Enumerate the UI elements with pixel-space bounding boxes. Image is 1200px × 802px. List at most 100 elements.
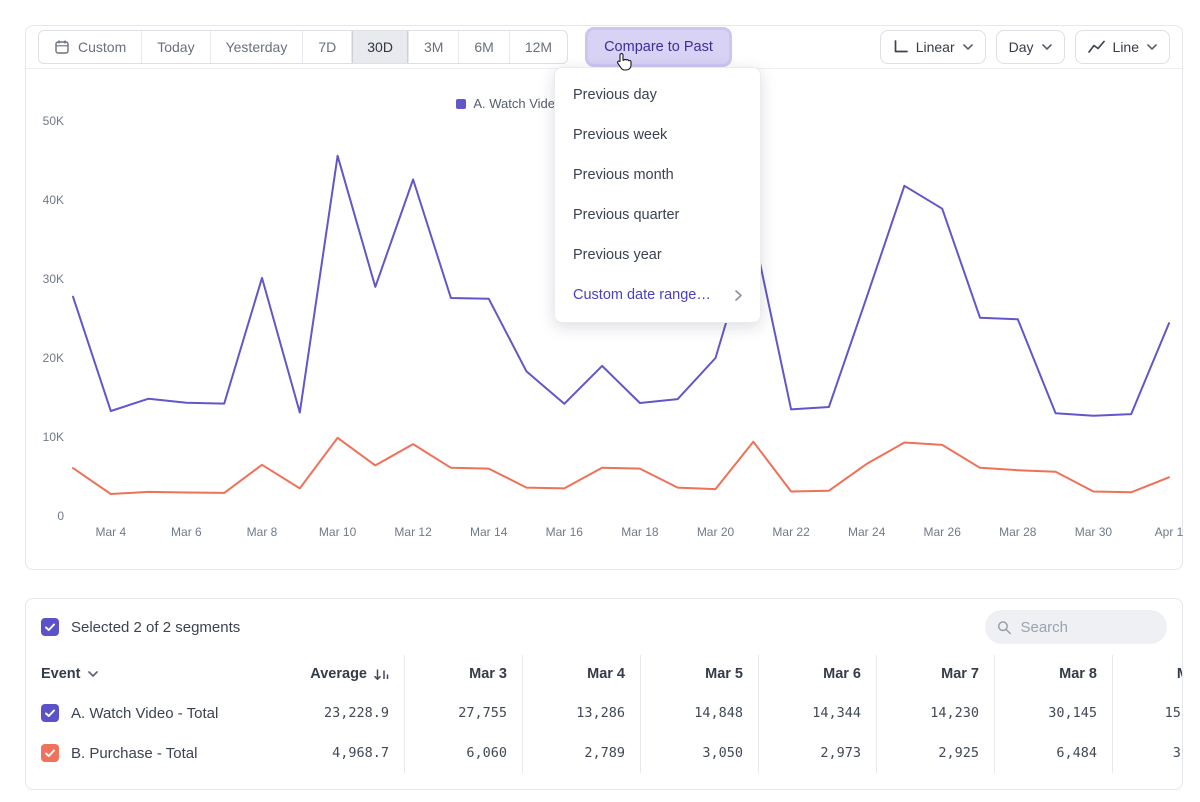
value-cell: 6,484 xyxy=(994,733,1112,773)
toolbar: Custom Today Yesterday 7D 30D 3M 6M 12M … xyxy=(26,26,1182,69)
value-cell: 14,344 xyxy=(758,693,876,733)
range-6m[interactable]: 6M xyxy=(458,31,508,63)
menu-item-previous-month[interactable]: Previous month xyxy=(555,155,760,195)
range-yesterday[interactable]: Yesterday xyxy=(210,31,303,63)
value-cell: 30,145 xyxy=(994,693,1112,733)
chevron-down-icon xyxy=(963,44,973,50)
average-column-header[interactable]: Average xyxy=(286,666,404,682)
column-header-mar-3[interactable]: Mar 3 xyxy=(404,655,522,693)
value-cell: 14,848 xyxy=(640,693,758,733)
svg-text:Mar 20: Mar 20 xyxy=(697,525,735,539)
table-header: Event Average Mar 3 Mar 4 Mar 5 Mar 6 Ma… xyxy=(26,655,1182,693)
svg-text:0: 0 xyxy=(57,509,64,523)
menu-item-previous-quarter[interactable]: Previous quarter xyxy=(555,195,760,235)
value-cell-cut: 15, xyxy=(1112,693,1183,733)
segment-name[interactable]: B. Purchase - Total xyxy=(71,745,197,762)
compare-to-past-button[interactable]: Compare to Past xyxy=(588,30,729,64)
custom-range-label: Custom xyxy=(78,39,126,55)
row-checkbox[interactable] xyxy=(41,744,59,762)
event-column-header[interactable]: Event xyxy=(26,666,286,682)
svg-text:Mar 10: Mar 10 xyxy=(319,525,357,539)
value-cell-cut: 3, xyxy=(1112,733,1183,773)
svg-text:30K: 30K xyxy=(43,272,64,286)
event-cell: B. Purchase - Total xyxy=(26,744,286,762)
value-cell: 3,050 xyxy=(640,733,758,773)
chevron-right-icon xyxy=(735,290,742,301)
svg-text:Mar 26: Mar 26 xyxy=(924,525,962,539)
chart-card: Custom Today Yesterday 7D 30D 3M 6M 12M … xyxy=(25,25,1183,570)
compare-menu: Previous day Previous week Previous mont… xyxy=(554,67,761,323)
value-cell: 27,755 xyxy=(404,693,522,733)
menu-item-previous-week[interactable]: Previous week xyxy=(555,115,760,155)
search-box[interactable] xyxy=(985,610,1167,644)
check-icon xyxy=(44,747,56,759)
custom-range-button[interactable]: Custom xyxy=(39,31,141,63)
column-header-mar-4[interactable]: Mar 4 xyxy=(522,655,640,693)
search-input[interactable] xyxy=(1020,619,1155,636)
svg-text:Mar 28: Mar 28 xyxy=(999,525,1037,539)
svg-text:Mar 12: Mar 12 xyxy=(394,525,432,539)
menu-item-previous-year[interactable]: Previous year xyxy=(555,235,760,275)
column-header-mar-8[interactable]: Mar 8 xyxy=(994,655,1112,693)
svg-text:Mar 4: Mar 4 xyxy=(95,525,126,539)
menu-item-custom-date-range[interactable]: Custom date range… xyxy=(555,275,760,315)
sort-descending-icon xyxy=(374,668,389,681)
svg-text:Mar 6: Mar 6 xyxy=(171,525,202,539)
svg-text:Mar 22: Mar 22 xyxy=(772,525,810,539)
svg-text:Mar 8: Mar 8 xyxy=(247,525,278,539)
svg-text:Mar 30: Mar 30 xyxy=(1075,525,1113,539)
segments-card: Selected 2 of 2 segments Event Average xyxy=(25,598,1183,790)
value-cell: 13,286 xyxy=(522,693,640,733)
segment-name[interactable]: A. Watch Video - Total xyxy=(71,705,218,722)
column-header-mar-7[interactable]: Mar 7 xyxy=(876,655,994,693)
range-today[interactable]: Today xyxy=(141,31,209,63)
calendar-icon xyxy=(54,39,70,55)
event-cell: A. Watch Video - Total xyxy=(26,704,286,722)
svg-text:Mar 18: Mar 18 xyxy=(621,525,659,539)
range-12m[interactable]: 12M xyxy=(509,31,567,63)
value-cell: 14,230 xyxy=(876,693,994,733)
row-checkbox[interactable] xyxy=(41,704,59,722)
column-header-cut: M xyxy=(1112,655,1183,693)
average-value: 23,228.9 xyxy=(286,705,404,721)
svg-text:40K: 40K xyxy=(43,193,64,207)
svg-text:20K: 20K xyxy=(43,351,64,365)
svg-text:50K: 50K xyxy=(43,114,64,128)
search-icon xyxy=(997,619,1011,636)
svg-text:Mar 16: Mar 16 xyxy=(546,525,584,539)
chevron-down-icon xyxy=(1042,44,1052,50)
value-cell: 2,789 xyxy=(522,733,640,773)
date-range-control: Custom Today Yesterday 7D 30D 3M 6M 12M xyxy=(38,30,568,64)
table-row: B. Purchase - Total 4,968.7 6,060 2,789 … xyxy=(26,733,1182,773)
chart-type-dropdown[interactable]: Line xyxy=(1075,30,1170,64)
average-value: 4,968.7 xyxy=(286,745,404,761)
analytics-dashboard: { "toolbar": { "custom_label": "Custom",… xyxy=(0,0,1200,802)
line-chart-icon xyxy=(1088,40,1105,54)
svg-text:Mar 14: Mar 14 xyxy=(470,525,508,539)
chart-controls: Linear Day Line xyxy=(880,30,1170,64)
legend-swatch-purple xyxy=(456,99,466,109)
chevron-down-icon xyxy=(88,671,98,677)
value-cell: 6,060 xyxy=(404,733,522,773)
range-7d[interactable]: 7D xyxy=(302,31,351,63)
menu-item-previous-day[interactable]: Previous day xyxy=(555,75,760,115)
column-header-mar-5[interactable]: Mar 5 xyxy=(640,655,758,693)
segments-header: Selected 2 of 2 segments xyxy=(26,599,1182,655)
chevron-down-icon xyxy=(1147,44,1157,50)
range-30d-selected[interactable]: 30D xyxy=(351,31,408,63)
interval-dropdown[interactable]: Day xyxy=(996,30,1065,64)
svg-text:10K: 10K xyxy=(43,430,64,444)
svg-text:Apr 1: Apr 1 xyxy=(1155,525,1184,539)
range-3m[interactable]: 3M xyxy=(408,31,458,63)
value-cell: 2,973 xyxy=(758,733,876,773)
linear-scale-icon xyxy=(893,40,908,54)
column-header-mar-6[interactable]: Mar 6 xyxy=(758,655,876,693)
select-all-checkbox[interactable] xyxy=(41,618,59,636)
svg-text:Mar 24: Mar 24 xyxy=(848,525,886,539)
selected-count-label: Selected 2 of 2 segments xyxy=(71,619,240,636)
check-icon xyxy=(44,707,56,719)
table-row: A. Watch Video - Total 23,228.9 27,755 1… xyxy=(26,693,1182,733)
scale-dropdown[interactable]: Linear xyxy=(880,30,986,64)
value-cell: 2,925 xyxy=(876,733,994,773)
check-icon xyxy=(44,621,56,633)
